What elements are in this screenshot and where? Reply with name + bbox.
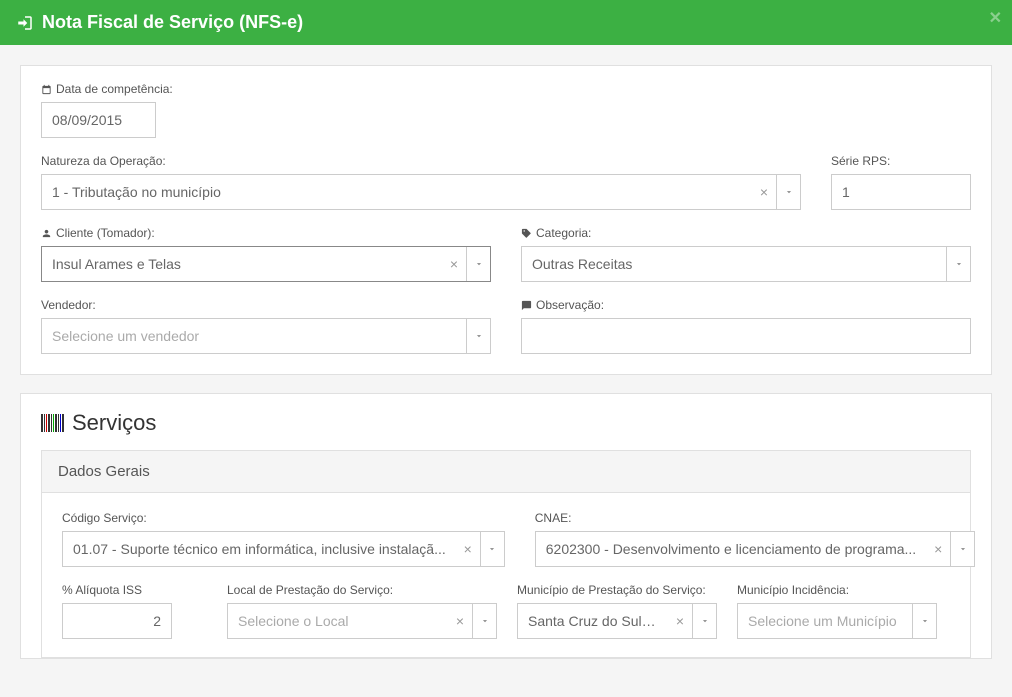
- label-data-competencia: Data de competência:: [41, 82, 173, 96]
- chevron-down-icon[interactable]: [466, 319, 490, 353]
- modal-body: Data de competência: Natureza da Operaçã…: [0, 45, 1012, 697]
- modal-title: Nota Fiscal de Serviço (NFS-e): [42, 12, 303, 33]
- select-vendedor[interactable]: Selecione um vendedor: [41, 318, 491, 354]
- clear-icon[interactable]: ×: [668, 613, 692, 629]
- field-observacao: Observação:: [521, 298, 971, 354]
- chevron-down-icon[interactable]: [776, 175, 800, 209]
- label-serie-rps: Série RPS:: [831, 154, 971, 168]
- select-natureza-operacao[interactable]: 1 - Tributação no município ×: [41, 174, 801, 210]
- label-local-prestacao: Local de Prestação do Serviço:: [227, 583, 497, 597]
- chevron-down-icon[interactable]: [466, 247, 490, 281]
- label-cnae: CNAE:: [535, 511, 975, 525]
- field-cnae: CNAE: 6202300 - Desenvolvimento e licenc…: [535, 511, 975, 567]
- clear-icon[interactable]: ×: [926, 541, 950, 557]
- clear-icon[interactable]: ×: [752, 184, 776, 200]
- chevron-down-icon[interactable]: [692, 604, 716, 638]
- select-value: Insul Arames e Telas: [42, 256, 442, 272]
- chevron-down-icon[interactable]: [472, 604, 496, 638]
- close-button[interactable]: ✕: [989, 8, 1002, 28]
- field-cliente: Cliente (Tomador): Insul Arames e Telas …: [41, 226, 491, 282]
- label-municipio-incidencia: Município Incidência:: [737, 583, 937, 597]
- input-data-competencia[interactable]: [41, 102, 156, 138]
- clear-icon[interactable]: ×: [456, 541, 480, 557]
- input-aliquota-iss[interactable]: [62, 603, 172, 639]
- dados-gerais-title: Dados Gerais: [42, 451, 970, 493]
- field-vendedor: Vendedor: Selecione um vendedor: [41, 298, 491, 354]
- clear-icon[interactable]: ×: [448, 613, 472, 629]
- modal-header: Nota Fiscal de Serviço (NFS-e) ✕: [0, 0, 1012, 45]
- servicos-title: Serviços: [41, 410, 971, 436]
- input-observacao[interactable]: [521, 318, 971, 354]
- label-codigo-servico: Código Serviço:: [62, 511, 505, 525]
- barcode-icon: [41, 414, 64, 432]
- servicos-panel: Serviços Dados Gerais Código Serviço: 01…: [20, 393, 992, 659]
- chevron-down-icon[interactable]: [946, 247, 970, 281]
- select-municipio-incidencia[interactable]: Selecione um Município: [737, 603, 937, 639]
- select-categoria[interactable]: Outras Receitas: [521, 246, 971, 282]
- field-aliquota-iss: % Alíquota ISS: [62, 583, 207, 639]
- chevron-down-icon[interactable]: [480, 532, 504, 566]
- select-placeholder: Selecione um vendedor: [42, 328, 466, 344]
- label-categoria: Categoria:: [521, 226, 971, 240]
- select-codigo-servico[interactable]: 01.07 - Suporte técnico em informática, …: [62, 531, 505, 567]
- calendar-icon: [41, 84, 52, 95]
- comment-icon: [521, 300, 532, 311]
- input-serie-rps[interactable]: [831, 174, 971, 210]
- label-municipio-prestacao: Município de Prestação do Serviço:: [517, 583, 717, 597]
- chevron-down-icon[interactable]: [950, 532, 974, 566]
- field-codigo-servico: Código Serviço: 01.07 - Suporte técnico …: [62, 511, 505, 567]
- label-observacao: Observação:: [521, 298, 971, 312]
- select-cnae[interactable]: 6202300 - Desenvolvimento e licenciament…: [535, 531, 975, 567]
- field-categoria: Categoria: Outras Receitas: [521, 226, 971, 282]
- select-value: 1 - Tributação no município: [42, 184, 752, 200]
- dados-gerais-panel: Dados Gerais Código Serviço: 01.07 - Sup…: [41, 450, 971, 658]
- select-local-prestacao[interactable]: Selecione o Local ×: [227, 603, 497, 639]
- field-municipio-prestacao: Município de Prestação do Serviço: Santa…: [517, 583, 717, 639]
- clear-icon[interactable]: ×: [442, 256, 466, 272]
- field-municipio-incidencia: Município Incidência: Selecione um Munic…: [737, 583, 937, 639]
- select-placeholder: Selecione o Local: [228, 613, 448, 629]
- person-icon: [41, 228, 52, 239]
- label-cliente: Cliente (Tomador):: [41, 226, 491, 240]
- label-natureza-operacao: Natureza da Operação:: [41, 154, 801, 168]
- select-value: 6202300 - Desenvolvimento e licenciament…: [536, 541, 926, 557]
- select-value: Santa Cruz do Sul (RS): [518, 613, 668, 629]
- field-local-prestacao: Local de Prestação do Serviço: Selecione…: [227, 583, 497, 639]
- select-value: Outras Receitas: [522, 256, 946, 272]
- field-serie-rps: Série RPS:: [831, 154, 971, 210]
- select-cliente[interactable]: Insul Arames e Telas ×: [41, 246, 491, 282]
- select-municipio-prestacao[interactable]: Santa Cruz do Sul (RS) ×: [517, 603, 717, 639]
- field-natureza-operacao: Natureza da Operação: 1 - Tributação no …: [41, 154, 801, 210]
- chevron-down-icon[interactable]: [912, 604, 936, 638]
- field-data-competencia: Data de competência:: [41, 82, 173, 138]
- label-vendedor: Vendedor:: [41, 298, 491, 312]
- general-panel: Data de competência: Natureza da Operaçã…: [20, 65, 992, 375]
- arrow-right-icon: [16, 14, 34, 32]
- select-value: 01.07 - Suporte técnico em informática, …: [63, 541, 456, 557]
- tag-icon: [521, 228, 532, 239]
- label-aliquota-iss: % Alíquota ISS: [62, 583, 207, 597]
- select-placeholder: Selecione um Município: [738, 613, 912, 629]
